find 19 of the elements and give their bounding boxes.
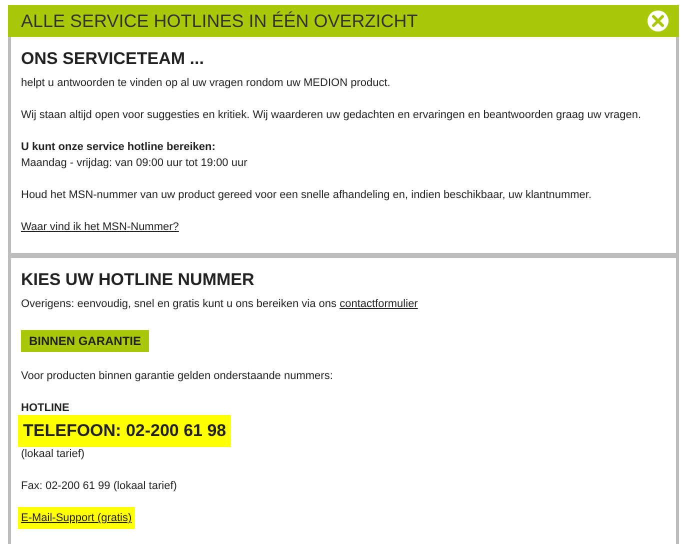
hours-text: Maandag - vrijdag: van 09:00 uur tot 19:00 uur	[21, 156, 248, 171]
paragraph: Wij staan altijd open voor suggesties en kritiek. Wij waarderen uw gedachten en ervaringen en beantwoorden graag uw vragen.	[21, 108, 642, 123]
contact-link[interactable]: contactformulier	[340, 298, 418, 310]
paragraph: helpt u antwoorden te vinden op al uw vragen rondom uw MEDION product.	[21, 76, 392, 91]
link[interactable]: Waar vind ik het MSN-Nummer?	[21, 219, 179, 235]
phone-number: TELEFOON: 02-200 61 98	[21, 418, 228, 444]
section-heading: KIES UW HOTLINE NUMMER	[21, 270, 256, 290]
paragraph: Houd het MSN-nummer van uw product gereed voor een snelle afhandeling en, indien beschikbaar, uw klantnummer.	[21, 188, 592, 203]
link[interactable]: E-Mail-Support (gratis)	[21, 510, 132, 526]
paragraph: Fax: 02-200 61 99 (lokaal tarief)	[21, 479, 178, 494]
hours-heading: U kunt onze service hotline bereiken:	[21, 140, 216, 155]
paragraph: Voor producten binnen garantie gelden onderstaande nummers:	[21, 369, 334, 384]
hotline-label: HOTLINE	[21, 401, 70, 416]
paragraph: Overigens: eenvoudig, snel en gratis kunt u ons bereiken via ons contactformulier	[21, 297, 419, 312]
close-icon[interactable]	[647, 10, 669, 32]
section-label: BINNEN GARANTIE	[21, 330, 150, 352]
rate-note: (lokaal tarief)	[21, 447, 85, 462]
section-heading: ONS SERVICETEAM ...	[21, 49, 205, 69]
window-title: ALLE SERVICE HOTLINES IN ÉÉN OVERZICHT	[21, 10, 418, 32]
